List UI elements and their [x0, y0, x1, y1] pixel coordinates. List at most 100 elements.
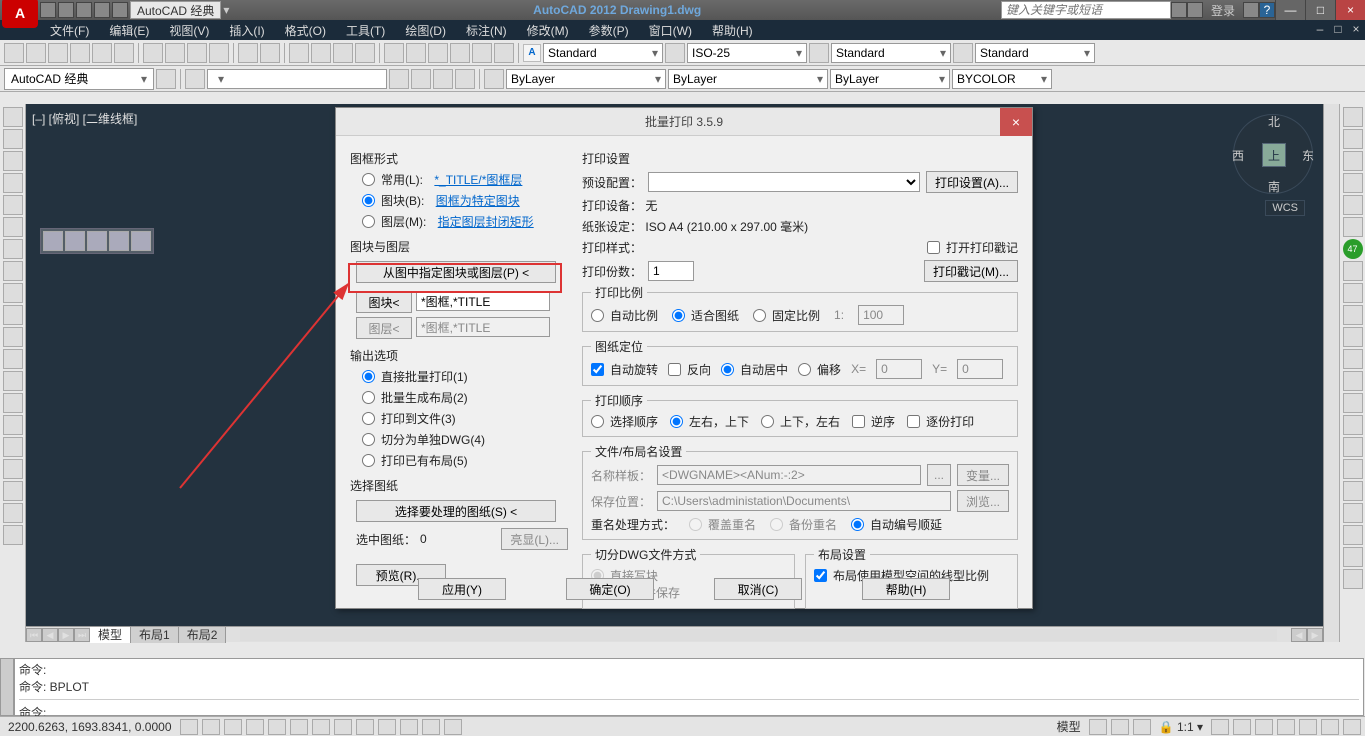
tb-zoom-icon[interactable] [311, 43, 331, 63]
tb-ws-gear-icon[interactable] [156, 69, 176, 89]
mod-extend-icon[interactable] [1343, 349, 1363, 369]
sb-snap-icon[interactable] [180, 719, 198, 735]
tb-color-icon[interactable] [484, 69, 504, 89]
cancel-button[interactable]: 取消(C) [714, 578, 802, 600]
tb-layermatch-icon[interactable] [433, 69, 453, 89]
out-opt-layouts[interactable]: 批量生成布局(2) [362, 389, 568, 406]
color-combo[interactable]: ByLayer [506, 69, 666, 89]
textstyle-combo[interactable]: Standard [543, 43, 663, 63]
mod-explode-icon[interactable] [1343, 459, 1363, 479]
plotcolor-combo[interactable]: BYCOLOR [952, 69, 1052, 89]
sb-osnap-icon[interactable] [268, 719, 286, 735]
sb-3dosnap-icon[interactable] [290, 719, 308, 735]
tool-line-icon[interactable] [3, 107, 23, 127]
order-lr-radio[interactable]: 左右，上下 [670, 413, 749, 430]
dimstyle-combo[interactable]: ISO-25 [687, 43, 807, 63]
sb-layout-icon[interactable] [1089, 719, 1107, 735]
qat-saveas-icon[interactable] [58, 2, 74, 18]
tool-circle-icon[interactable] [3, 239, 23, 259]
pick-block-layer-button[interactable]: 从图中指定图块或图层(P) < [356, 261, 556, 283]
tb-layer-icon[interactable] [185, 69, 205, 89]
tool-mtext-icon[interactable] [3, 503, 23, 523]
tool-table-icon[interactable] [3, 481, 23, 501]
close-button[interactable]: × [1335, 0, 1365, 20]
h-scrollbar[interactable] [240, 629, 1277, 641]
ok-button[interactable]: 确定(O) [566, 578, 654, 600]
tool-point-icon[interactable] [3, 393, 23, 413]
tool-insert-icon[interactable] [3, 349, 23, 369]
cmd-handle[interactable] [0, 658, 14, 716]
workspace-label[interactable]: AutoCAD 经典 [130, 1, 221, 19]
tab-first-icon[interactable]: ⏮ [26, 628, 42, 642]
sb-isolate-icon[interactable] [1321, 719, 1339, 735]
tb-calc-icon[interactable] [494, 43, 514, 63]
float-icon-1[interactable] [43, 231, 63, 251]
mod-move-icon[interactable] [1343, 217, 1363, 237]
tool-xline-icon[interactable] [3, 129, 23, 149]
tb-redo-icon[interactable] [260, 43, 280, 63]
out-opt-direct[interactable]: 直接批量打印(1) [362, 368, 568, 385]
tb-dimstyle-icon[interactable] [665, 43, 685, 63]
command-line[interactable]: 命令: 命令: BPLOT 命令: [14, 658, 1364, 716]
tb-paste-icon[interactable] [187, 43, 207, 63]
hscroll-left-icon[interactable]: ◀ [1291, 628, 1307, 642]
sb-annoscale-icon[interactable] [1211, 719, 1229, 735]
help-icon[interactable]: ? [1259, 2, 1275, 18]
frame-opt-block[interactable]: 图块(B): 图框为特定图块 [362, 192, 568, 209]
mod-list-icon[interactable] [1343, 547, 1363, 567]
menu-view[interactable]: 视图(V) [159, 20, 219, 40]
scale-auto-radio[interactable]: 自动比例 [591, 307, 658, 324]
tool-pline-icon[interactable] [3, 151, 23, 171]
mod-rotate-icon[interactable] [1343, 261, 1363, 281]
scale-fix-radio[interactable]: 固定比例 [753, 307, 820, 324]
minimize-button[interactable]: — [1275, 0, 1305, 20]
stamp-checkbox[interactable]: 打开打印戳记 [927, 239, 1018, 256]
menu-param[interactable]: 参数(P) [579, 20, 639, 40]
mod-scale-icon[interactable] [1343, 283, 1363, 303]
trial-badge[interactable]: 47 [1343, 239, 1363, 259]
sb-scale-label[interactable]: 🔒 1:1 ▾ [1155, 720, 1207, 734]
sb-toolbar-icon[interactable] [1277, 719, 1295, 735]
menu-file[interactable]: 文件(F) [40, 20, 99, 40]
mod-offset-icon[interactable] [1343, 173, 1363, 193]
app-logo-icon[interactable]: A [2, 0, 38, 28]
menu-modify[interactable]: 修改(M) [517, 20, 579, 40]
menu-format[interactable]: 格式(O) [275, 20, 336, 40]
sb-qp-icon[interactable] [422, 719, 440, 735]
tb-cut-icon[interactable] [143, 43, 163, 63]
tb-zoomprev-icon[interactable] [355, 43, 375, 63]
viewcube-e[interactable]: 东 [1302, 147, 1314, 164]
tab-layout1[interactable]: 布局1 [131, 627, 179, 643]
mod-array-icon[interactable] [1343, 195, 1363, 215]
pos-offset-radio[interactable]: 偏移 [798, 361, 841, 378]
menu-draw[interactable]: 绘图(D) [395, 20, 456, 40]
sb-lwt-icon[interactable] [378, 719, 396, 735]
tb-tp-icon[interactable] [428, 43, 448, 63]
tool-ellipse-icon[interactable] [3, 305, 23, 325]
mod-chamfer-icon[interactable] [1343, 415, 1363, 435]
tb-plot-icon[interactable] [70, 43, 90, 63]
tb-open-icon[interactable] [26, 43, 46, 63]
tool-gradient-icon[interactable] [3, 437, 23, 457]
tool-hatch-icon[interactable] [3, 415, 23, 435]
tb-markup-icon[interactable] [472, 43, 492, 63]
qat-redo-icon[interactable] [112, 2, 128, 18]
tab-layout2[interactable]: 布局2 [179, 627, 227, 643]
linetype-combo[interactable]: ByLayer [668, 69, 828, 89]
apply-button[interactable]: 应用(Y) [418, 578, 506, 600]
dialog-title-bar[interactable]: 批量打印 3.5.9 × [336, 108, 1032, 136]
tool-revcloud-icon[interactable] [3, 261, 23, 281]
tb-preview-icon[interactable] [92, 43, 112, 63]
out-opt-split[interactable]: 切分为单独DWG(4) [362, 431, 568, 448]
coords-label[interactable]: 2200.6263, 1693.8341, 0.0000 [4, 720, 176, 734]
sb-model-label[interactable]: 模型 [1053, 718, 1085, 735]
mod-dist-icon[interactable] [1343, 503, 1363, 523]
tb-layerprev-icon[interactable] [411, 69, 431, 89]
tb-save-icon[interactable] [48, 43, 68, 63]
preset-combo[interactable] [648, 172, 920, 192]
mod-area-icon[interactable] [1343, 525, 1363, 545]
tab-prev-icon[interactable]: ◀ [42, 628, 58, 642]
tab-model[interactable]: 模型 [90, 627, 131, 643]
tb-zoomwin-icon[interactable] [333, 43, 353, 63]
lineweight-combo[interactable]: ByLayer [830, 69, 950, 89]
